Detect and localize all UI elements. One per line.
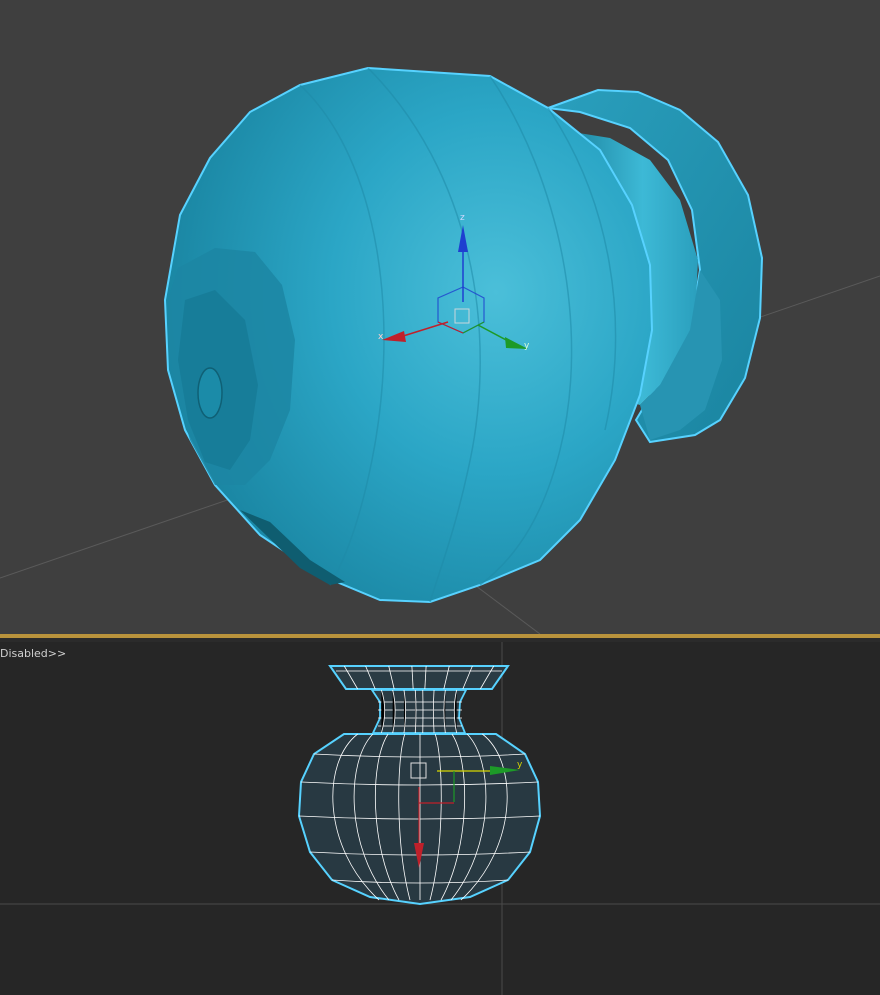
ortho-gizmo-y-label: y [517,760,523,770]
wire-neck[interactable] [370,689,468,734]
wire-edge [433,689,435,734]
3d-editor: z x y y Disabled>> [0,0,880,995]
gizmo-y-label: y [524,341,530,351]
perspective-scene: z x y [0,66,880,634]
gizmo-x-label: x [378,332,384,342]
perspective-viewport[interactable]: z x y [0,0,880,634]
front-hole [197,367,223,419]
wire-edge [414,689,417,734]
gizmo-z-label: z [460,213,465,223]
ortho-scene: y [0,642,880,995]
orthographic-viewport[interactable]: y Disabled>> [0,642,880,995]
viewport-label[interactable]: Disabled>> [0,647,66,660]
wire-rim[interactable] [328,665,510,690]
